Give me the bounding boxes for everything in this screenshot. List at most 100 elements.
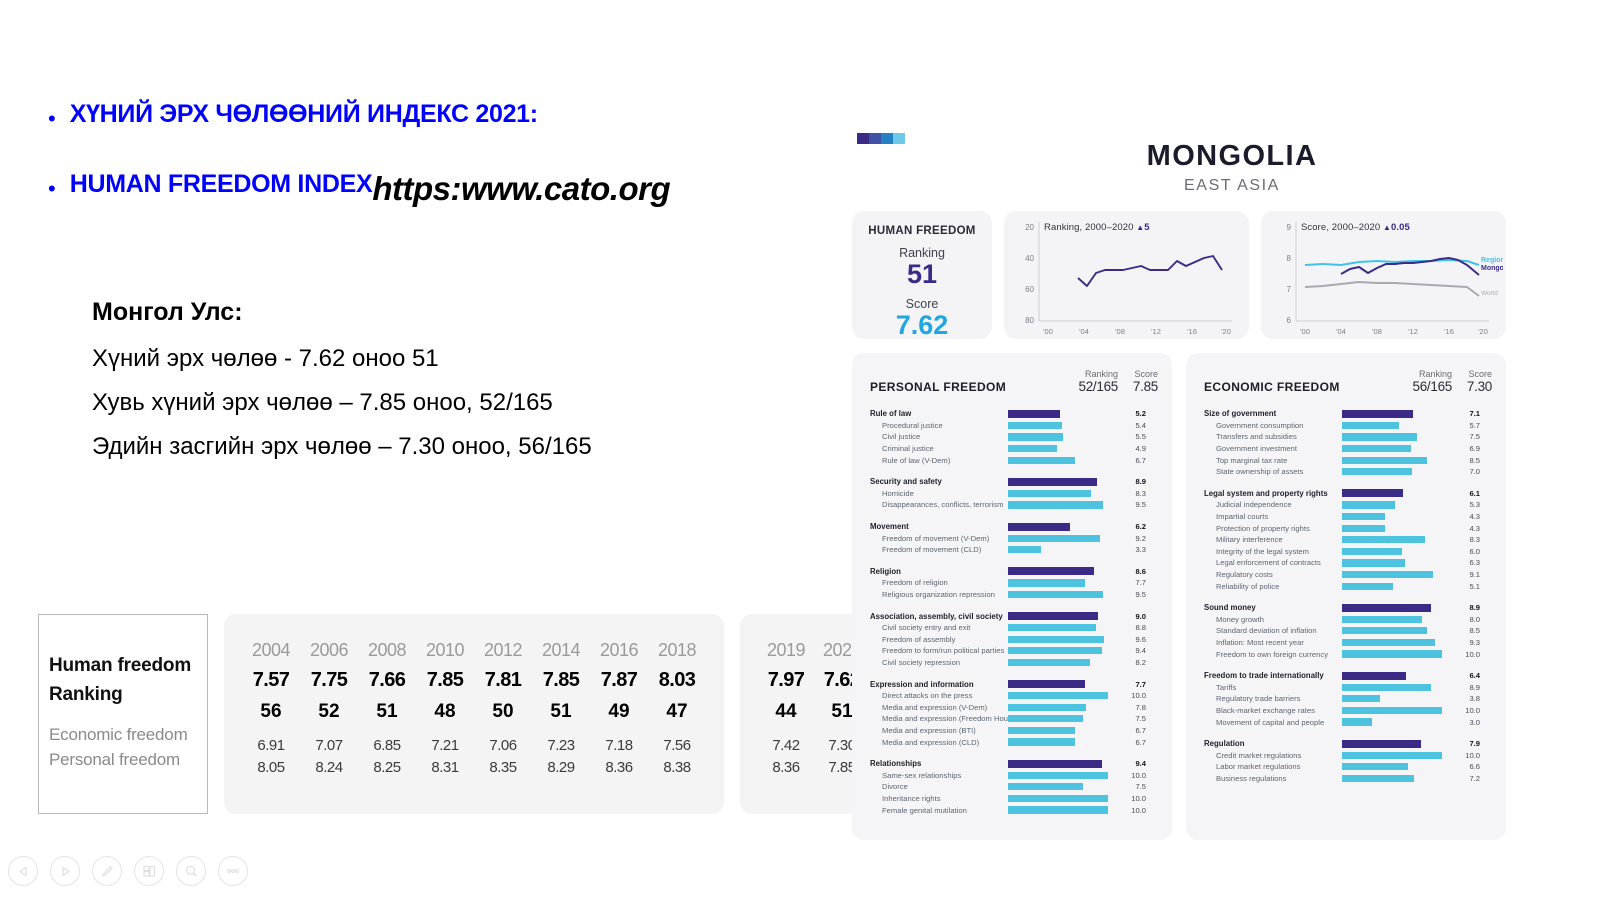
indicator-group: Security and safety 8.9 Homicide 8.3 Disappe… xyxy=(870,476,1158,511)
indicator-bar xyxy=(1342,456,1427,464)
indicator-value: 9.5 xyxy=(1135,500,1146,510)
indicator-row: Civil justice 5.5 xyxy=(870,431,1158,443)
indicator-row: Freedom of movement (CLD) 3.3 xyxy=(870,544,1158,556)
table-cell-ranking: 51 xyxy=(376,701,398,722)
indicator-bar-track xyxy=(1342,488,1446,500)
table-cell-personal-freedom: 8.36 xyxy=(772,759,800,776)
indicator-group-row: Association, assembly, civil society 9.0 xyxy=(870,610,1158,622)
table-cell-ranking: 50 xyxy=(492,701,514,722)
score-trend-chart: Score, 2000–2020 ▲0.05 9 8 7 6 Region Mo… xyxy=(1261,211,1506,339)
cato-url-text: https:www.cato.org xyxy=(372,170,671,207)
indicator-row: Media and expression (V-Dem) 7.8 xyxy=(870,701,1158,713)
indicator-bar xyxy=(1342,536,1425,544)
svg-text:'00: '00 xyxy=(1043,327,1053,336)
indicator-bar-track xyxy=(1008,532,1112,544)
indicator-value: 7.5 xyxy=(1469,432,1480,442)
indicator-label: Credit market regulations xyxy=(1216,750,1302,760)
indicator-value: 7.5 xyxy=(1135,714,1146,724)
economic-freedom-panel: ECONOMIC FREEDOM Ranking 56/165 Score 7.… xyxy=(1186,353,1506,840)
table-year-header: 2006 xyxy=(309,640,349,660)
more-options-icon[interactable] xyxy=(218,856,248,886)
zoom-icon[interactable] xyxy=(176,856,206,886)
indicator-bar-track xyxy=(1342,557,1446,569)
indicator-bar-track xyxy=(1008,736,1112,748)
indicator-value: 6.0 xyxy=(1469,546,1480,556)
indicator-label: Standard deviation of inflation xyxy=(1216,626,1317,636)
country-name: MONGOLIA xyxy=(1146,140,1318,172)
indicator-label: Government consumption xyxy=(1216,420,1304,430)
indicator-bar-track xyxy=(1008,634,1112,646)
svg-text:'16: '16 xyxy=(1444,327,1454,336)
bullet-list: • ХҮНИЙ ЭРХ ЧӨЛӨӨНИЙ ИНДЕКС 2021: • HUMA… xyxy=(48,100,848,248)
slide-layout-icon[interactable] xyxy=(134,856,164,886)
table-column: 2018 8.03 47 7.56 8.38 xyxy=(648,640,706,776)
indicator-row: Procedural justice 5.4 xyxy=(870,420,1158,432)
indicator-label: Top marginal tax rate xyxy=(1216,455,1288,465)
indicator-label: Government investment xyxy=(1216,444,1298,454)
indicator-label: Movement of capital and people xyxy=(1216,717,1325,727)
indicator-row: Impartial courts 4.3 xyxy=(1204,511,1492,523)
indicator-value: 10.0 xyxy=(1465,705,1480,715)
indicator-row: Top marginal tax rate 8.5 xyxy=(1204,454,1492,466)
indicator-bar xyxy=(1008,409,1060,418)
indicator-bar xyxy=(1008,692,1108,700)
economic-ranking-label: Ranking xyxy=(1418,369,1452,379)
personal-freedom-title: PERSONAL FREEDOM xyxy=(870,380,1007,394)
indicator-row: Freedom of religion 7.7 xyxy=(870,577,1158,589)
indicator-label: Reliability of police xyxy=(1216,581,1280,591)
indicator-row: State ownership of assets 7.0 xyxy=(1204,466,1492,478)
human-freedom-ranking-label: Ranking xyxy=(899,246,945,260)
indicator-bar xyxy=(1342,751,1442,759)
indicator-label: Legal enforcement of contracts xyxy=(1216,558,1321,568)
indicator-label: Regulation xyxy=(1204,739,1245,749)
personal-ranking-value: 52/165 xyxy=(1078,379,1119,394)
pen-icon[interactable] xyxy=(92,856,122,886)
table-row-labels: Human freedom Ranking Economic freedom P… xyxy=(38,614,208,814)
indicator-label: Freedom of assembly xyxy=(882,634,956,644)
table-cell-human-freedom: 7.97 xyxy=(767,669,805,691)
indicator-bar-track xyxy=(1008,544,1112,556)
table-cell-personal-freedom: 8.05 xyxy=(257,759,285,776)
indicator-bar xyxy=(1008,534,1100,542)
table-cell-human-freedom: 7.85 xyxy=(426,669,464,691)
indicator-label: Direct attacks on the press xyxy=(882,691,973,701)
indicator-label: Inheritance rights xyxy=(882,793,941,803)
bullet-text-1: ХҮНИЙ ЭРХ ЧӨЛӨӨНИЙ ИНДЕКС 2021: xyxy=(69,100,538,128)
indicator-label: Civil society entry and exit xyxy=(882,623,971,633)
indicator-value: 8.5 xyxy=(1469,455,1480,465)
previous-slide-button[interactable] xyxy=(8,856,38,886)
indicator-bar-track xyxy=(1342,670,1446,682)
indicator-bar-track xyxy=(1008,781,1112,793)
indicator-bar-track xyxy=(1008,769,1112,781)
indicator-value: 6.3 xyxy=(1469,558,1480,568)
indicator-bar-track xyxy=(1008,645,1112,657)
indicator-row: Tariffs 8.9 xyxy=(1204,681,1492,693)
indicator-group: Movement 6.2 Freedom of movement (V-Dem) 9.… xyxy=(870,521,1158,556)
ranking-trend-chart: Ranking, 2000–2020 ▲5 20 40 60 80 '00 '0… xyxy=(1004,211,1249,339)
bullet-text-2: HUMAN FREEDOM INDEX xyxy=(69,170,373,198)
indicator-row: Protection of property rights 4.3 xyxy=(1204,522,1492,534)
legend-mongolia: Mongolia xyxy=(1481,265,1503,272)
indicator-row: Money growth 8.0 xyxy=(1204,614,1492,626)
indicator-label: Money growth xyxy=(1216,614,1264,624)
svg-text:'20: '20 xyxy=(1478,327,1488,336)
indicator-bar-track xyxy=(1342,580,1446,592)
next-slide-button[interactable] xyxy=(50,856,80,886)
logo-square-3 xyxy=(881,133,893,144)
indicator-row: Direct attacks on the press 10.0 xyxy=(870,690,1158,702)
indicator-bar-track xyxy=(1342,454,1446,466)
indicator-bar-track xyxy=(1008,793,1112,805)
indicator-label: Legal system and property rights xyxy=(1204,488,1328,498)
indicator-value: 7.2 xyxy=(1469,773,1480,783)
indicator-bar-track xyxy=(1342,511,1446,523)
indicator-value: 10.0 xyxy=(1131,770,1146,780)
indicator-bar xyxy=(1342,774,1414,783)
indicator-label: Freedom of movement (CLD) xyxy=(882,545,982,555)
indicator-row: Media and expression (CLD) 6.7 xyxy=(870,736,1158,748)
indicator-bar xyxy=(1008,546,1041,554)
country-header: MONGOLIA EAST ASIA xyxy=(852,118,1600,195)
indicator-row: Civil society entry and exit 8.8 xyxy=(870,622,1158,634)
indicator-label: Expression and information xyxy=(870,679,974,689)
indicator-row: Black-market exchange rates 10.0 xyxy=(1204,705,1492,717)
indicator-row: Freedom of assembly 9.6 xyxy=(870,634,1158,646)
